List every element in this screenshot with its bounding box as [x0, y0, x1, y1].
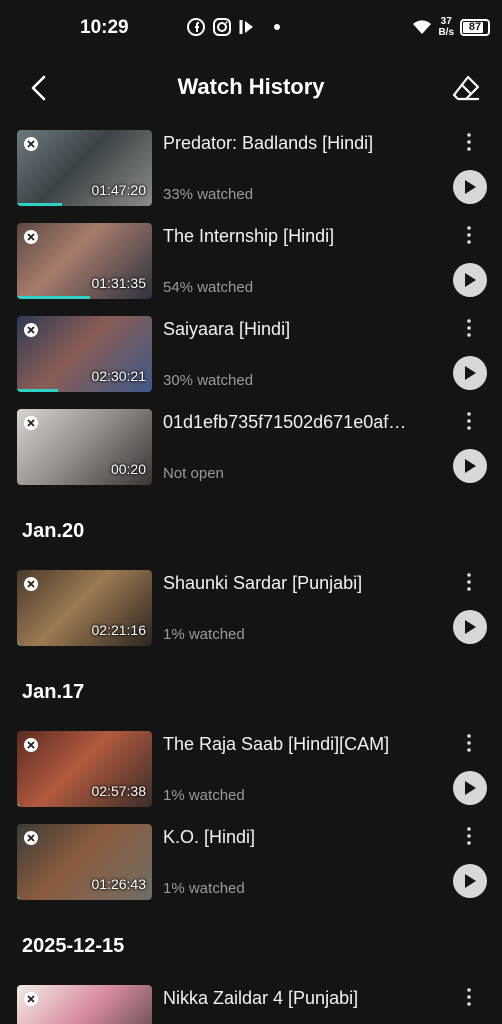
watch-progress-bar [17, 643, 20, 646]
video-title[interactable]: Nikka Zaildar 4 [Punjabi] [163, 988, 445, 1009]
video-duration: 01:47:20 [91, 182, 147, 198]
video-duration: 01:26:43 [91, 876, 147, 892]
more-options-icon[interactable] [462, 987, 476, 1007]
status-system-icons: 37 B/s 87 [412, 16, 490, 38]
video-thumbnail[interactable]: 01:26:43 [17, 824, 152, 900]
watch-progress-bar [17, 296, 90, 299]
more-options-icon[interactable] [462, 826, 476, 846]
history-item[interactable]: 01:26:43 K.O. [Hindi] 1% watched [0, 824, 502, 904]
play-icon[interactable] [453, 449, 487, 483]
watch-status: 1% watched [163, 787, 245, 804]
video-thumbnail[interactable]: 01:47:20 [17, 130, 152, 206]
remove-icon[interactable] [24, 137, 38, 151]
more-options-icon[interactable] [462, 572, 476, 592]
more-options-icon[interactable] [462, 411, 476, 431]
battery-indicator: 87 [460, 18, 490, 36]
eraser-icon[interactable] [450, 72, 482, 104]
video-duration: 01:31:35 [91, 275, 147, 291]
video-thumbnail[interactable]: 02:13:16 [17, 985, 152, 1024]
wifi-icon [413, 20, 432, 34]
network-speed: 37 B/s [438, 16, 454, 38]
video-thumbnail[interactable]: 02:30:21 [17, 316, 152, 392]
history-item[interactable]: 01:31:35 The Internship [Hindi] 54% watche… [0, 223, 502, 303]
date-section-header: 2025-12-15 [22, 935, 125, 957]
remove-icon[interactable] [24, 577, 38, 591]
play-icon[interactable] [453, 771, 487, 805]
date-section-header: Jan.17 [22, 681, 85, 703]
video-duration: 00:20 [110, 461, 146, 477]
video-title[interactable]: Predator: Badlands [Hindi] [163, 133, 445, 154]
watch-progress-bar [17, 804, 20, 807]
history-item[interactable]: 00:20 01d1efb735f71502d671e0af… Not open [0, 409, 502, 489]
watch-status: 54% watched [163, 279, 254, 296]
watch-status: Not open [163, 465, 224, 482]
more-options-icon[interactable] [462, 318, 476, 338]
remove-icon[interactable] [24, 831, 38, 845]
video-title[interactable]: 01d1efb735f71502d671e0af… [163, 412, 445, 433]
history-item[interactable]: 02:13:16Nikka Zaildar 4 [Punjabi]29% wat… [0, 985, 502, 1024]
video-thumbnail[interactable]: 02:21:16 [17, 570, 152, 646]
app-header: Watch History [0, 60, 502, 116]
watch-progress-bar [17, 897, 20, 900]
video-title[interactable]: The Internship [Hindi] [163, 226, 445, 247]
facebook-icon [187, 18, 205, 36]
play-icon[interactable] [453, 610, 487, 644]
status-notification-icons [132, 17, 280, 37]
video-thumbnail[interactable]: 01:31:35 [17, 223, 152, 299]
more-options-icon[interactable] [462, 225, 476, 245]
video-title[interactable]: The Raja Saab [Hindi][CAM] [163, 734, 445, 755]
thumbnail-image [17, 985, 152, 1024]
video-duration: 02:30:21 [91, 368, 147, 384]
watch-progress-bar [17, 203, 62, 206]
page-title: Watch History [177, 74, 325, 99]
history-item[interactable]: 02:57:38 The Raja Saab [Hindi][CAM] 1% wat… [0, 731, 502, 811]
app-notification-icon [239, 20, 253, 34]
history-item[interactable]: 01:47:20 Predator: Badlands [Hindi] 33% wa… [0, 130, 502, 210]
video-thumbnail[interactable]: 00:20 [17, 409, 152, 485]
remove-icon[interactable] [24, 738, 38, 752]
play-icon[interactable] [453, 356, 487, 390]
more-notifications-dot [274, 24, 280, 30]
status-bar: 10:29 37 B/s 87 [0, 0, 502, 56]
watch-status: 1% watched [163, 880, 245, 897]
watch-status: 1% watched [163, 626, 245, 643]
play-icon[interactable] [453, 170, 487, 204]
instagram-icon [213, 18, 231, 36]
more-options-icon[interactable] [462, 733, 476, 753]
history-item[interactable]: 02:30:21 Saiyaara [Hindi] 30% watched [0, 316, 502, 396]
watch-status: 30% watched [163, 372, 254, 389]
history-item[interactable]: 02:21:16 Shaunki Sardar [Punjabi] 1% watch… [0, 570, 502, 650]
video-title[interactable]: K.O. [Hindi] [163, 827, 445, 848]
video-duration: 02:57:38 [91, 783, 147, 799]
play-icon[interactable] [453, 864, 487, 898]
video-thumbnail[interactable]: 02:57:38 [17, 731, 152, 807]
remove-icon[interactable] [24, 416, 38, 430]
play-icon[interactable] [453, 263, 487, 297]
remove-icon[interactable] [24, 323, 38, 337]
video-duration: 02:21:16 [91, 622, 147, 638]
watch-progress-bar [17, 389, 58, 392]
watch-status: 33% watched [163, 186, 254, 203]
video-title[interactable]: Saiyaara [Hindi] [163, 319, 445, 340]
date-section-header: Jan.20 [22, 520, 85, 542]
video-title[interactable]: Shaunki Sardar [Punjabi] [163, 573, 445, 594]
status-time: 10:29 [80, 17, 129, 38]
remove-icon[interactable] [24, 992, 38, 1006]
remove-icon[interactable] [24, 230, 38, 244]
more-options-icon[interactable] [462, 132, 476, 152]
